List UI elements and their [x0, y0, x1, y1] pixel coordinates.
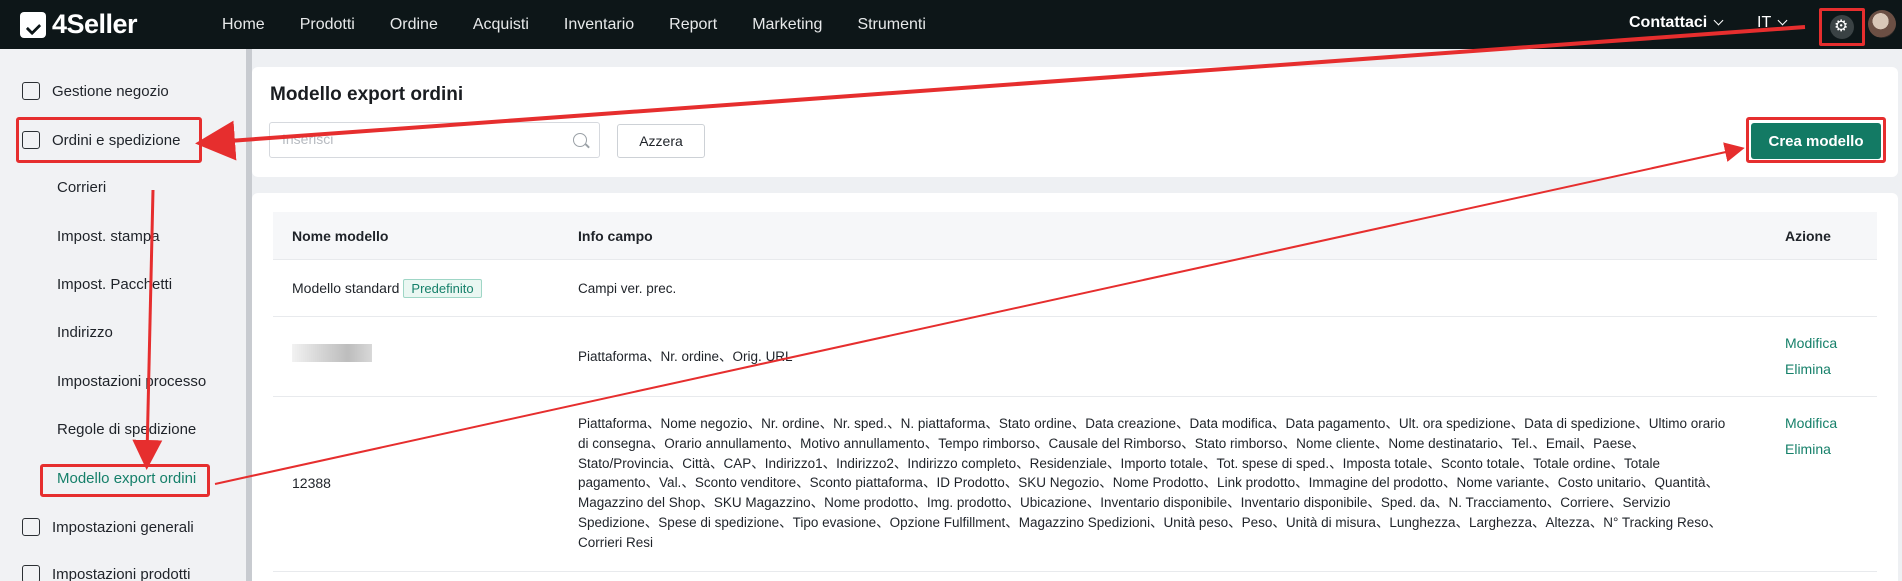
page-title: Modello export ordini — [270, 84, 464, 105]
sidebar-sub-modello-export-ordini[interactable]: Modello export ordini — [57, 470, 196, 487]
chevron-down-icon — [1777, 15, 1788, 26]
sidebar-sub-impost-stampa[interactable]: Impost. stampa — [57, 228, 160, 245]
search-field[interactable] — [269, 122, 600, 158]
logo[interactable]: 4Seller — [20, 9, 138, 40]
template-name-cell — [292, 344, 372, 363]
language-dropdown[interactable]: IT — [1757, 14, 1788, 32]
sidebar-item-impostazioni-generali[interactable]: Impostazioni generali — [22, 518, 194, 536]
top-navbar: 4Seller Home Prodotti Ordine Acquisti In… — [0, 0, 1902, 49]
column-header-action: Azione — [1785, 228, 1831, 244]
template-name-cell: 12388 — [292, 475, 331, 491]
search-input[interactable] — [282, 131, 562, 147]
nav-item-marketing[interactable]: Marketing — [752, 16, 822, 34]
printer-icon — [22, 518, 40, 536]
nav-item-inventario[interactable]: Inventario — [564, 16, 634, 34]
table-row: 12388 Piattaforma、Nome negozio、Nr. ordin… — [273, 397, 1877, 572]
nav-item-ordine[interactable]: Ordine — [390, 16, 438, 34]
contact-label: Contattaci — [1629, 14, 1708, 31]
table-row: Modello standard Predefinito Campi ver. p… — [273, 260, 1877, 317]
sidebar-sub-regole-spedizione[interactable]: Regole di spedizione — [57, 421, 196, 438]
sidebar-sub-impostazioni-processo[interactable]: Impostazioni processo — [57, 373, 206, 390]
template-name-cell: Modello standard Predefinito — [292, 279, 482, 298]
nav-item-acquisti[interactable]: Acquisti — [473, 16, 529, 34]
edit-link[interactable]: Modifica — [1785, 335, 1837, 351]
create-template-button[interactable]: Crea modello — [1751, 123, 1881, 159]
nav-item-report[interactable]: Report — [669, 16, 717, 34]
settings-highlight-box — [1819, 8, 1865, 46]
sidebar-item-label: Impostazioni generali — [52, 518, 194, 536]
sidebar-sub-corrieri[interactable]: Corrieri — [57, 179, 106, 196]
chevron-down-icon — [1713, 15, 1724, 26]
sidebar-item-label: Impostazioni prodotti — [52, 565, 191, 581]
default-badge: Predefinito — [403, 279, 482, 298]
search-icon[interactable] — [573, 133, 587, 147]
redacted-name — [292, 344, 372, 363]
nav-item-strumenti[interactable]: Strumenti — [857, 16, 925, 34]
language-label: IT — [1757, 14, 1772, 31]
clipboard-icon — [22, 131, 40, 149]
field-info-cell: Piattaforma、Nome negozio、Nr. ordine、Nr. … — [578, 416, 1726, 550]
logo-text: 4Seller — [52, 9, 138, 39]
nav-item-prodotti[interactable]: Prodotti — [300, 16, 355, 34]
sidebar-item-ordini-spedizione[interactable]: Ordini e spedizione — [22, 131, 180, 149]
delete-link[interactable]: Elimina — [1785, 441, 1831, 457]
edit-link[interactable]: Modifica — [1785, 415, 1837, 431]
reset-button[interactable]: Azzera — [617, 124, 705, 158]
avatar[interactable] — [1868, 10, 1896, 38]
field-info-cell: Campi ver. prec. — [578, 281, 677, 296]
main-nav: Home Prodotti Ordine Acquisti Inventario… — [222, 0, 961, 49]
column-header-info: Info campo — [578, 228, 653, 244]
logo-icon — [20, 11, 46, 38]
sidebar-sub-impost-pacchetti[interactable]: Impost. Pacchetti — [57, 276, 172, 293]
table-row: Piattaforma、Nr. ordine、Orig. URL Modific… — [273, 317, 1877, 397]
template-name: Modello standard — [292, 280, 400, 296]
sidebar-item-label: Gestione negozio — [52, 82, 169, 100]
field-info-cell: Piattaforma、Nr. ordine、Orig. URL — [578, 349, 793, 364]
gear-icon[interactable] — [1830, 15, 1854, 39]
contact-dropdown[interactable]: Contattaci — [1629, 14, 1724, 32]
sidebar-sub-indirizzo[interactable]: Indirizzo — [57, 324, 113, 341]
table-header: Nome modello Info campo Azione — [273, 212, 1877, 260]
store-icon — [22, 82, 40, 100]
column-header-name: Nome modello — [292, 228, 389, 244]
delete-link[interactable]: Elimina — [1785, 361, 1831, 377]
sidebar-item-impostazioni-prodotti[interactable]: Impostazioni prodotti — [22, 565, 190, 581]
sidebar-item-label: Ordini e spedizione — [52, 131, 181, 149]
sidebar-item-gestione-negozio[interactable]: Gestione negozio — [22, 82, 169, 100]
nav-item-home[interactable]: Home — [222, 16, 265, 34]
box-icon — [22, 565, 40, 581]
